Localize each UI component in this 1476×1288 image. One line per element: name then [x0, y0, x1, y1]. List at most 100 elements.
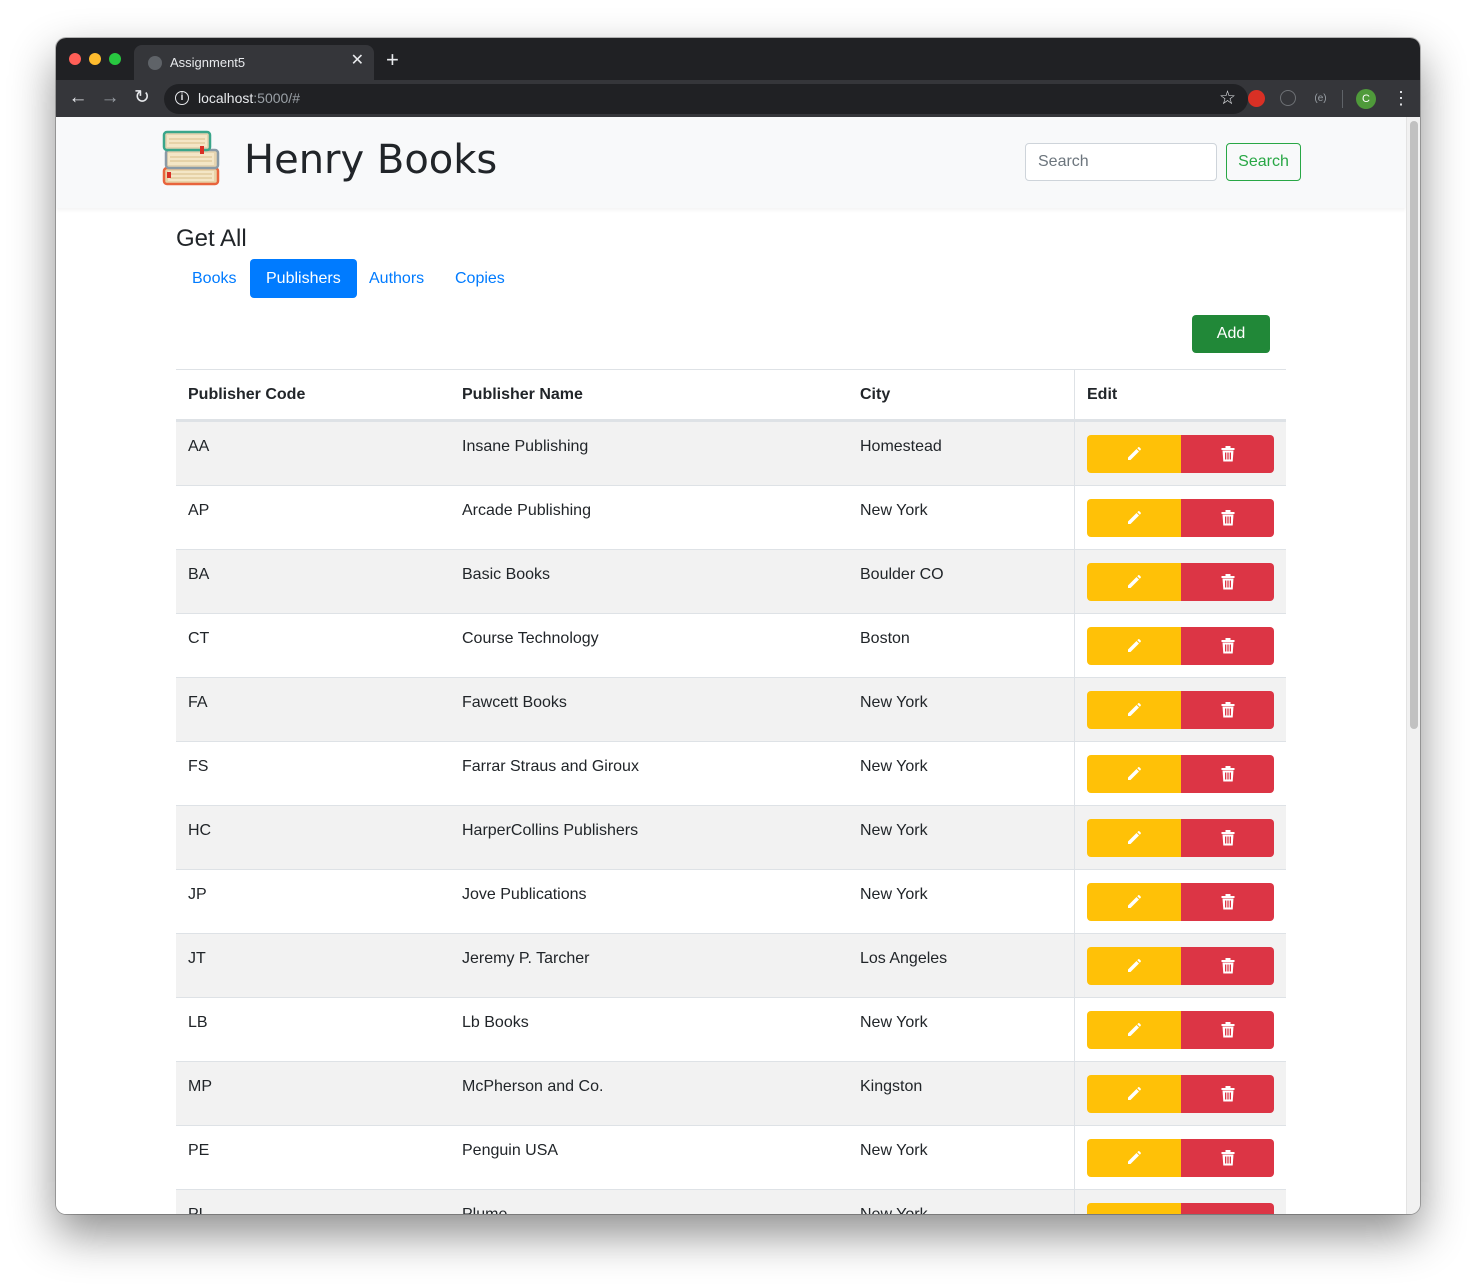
delete-button[interactable]	[1181, 947, 1274, 985]
tab-books[interactable]: Books	[176, 259, 252, 298]
trash-icon	[1221, 446, 1234, 462]
tab-copies[interactable]: Copies	[439, 259, 521, 298]
vertical-scrollbar[interactable]	[1406, 117, 1420, 1214]
column-divider	[1074, 486, 1075, 549]
publisher-name: Lb Books	[462, 1014, 529, 1031]
edit-button[interactable]	[1087, 883, 1181, 921]
toolbar-separator	[1342, 90, 1343, 108]
edit-button[interactable]	[1087, 755, 1181, 793]
delete-button[interactable]	[1181, 435, 1274, 473]
pencil-icon	[1128, 703, 1141, 716]
edit-button[interactable]	[1087, 819, 1181, 857]
publisher-code: BA	[188, 566, 210, 583]
trash-icon	[1221, 638, 1234, 654]
delete-button[interactable]	[1181, 819, 1274, 857]
edit-button[interactable]	[1087, 627, 1181, 665]
delete-button[interactable]	[1181, 1075, 1274, 1113]
table-row: CT Course Technology Boston	[176, 613, 1286, 677]
pencil-icon	[1128, 959, 1141, 972]
table-row: PE Penguin USA New York	[176, 1125, 1286, 1189]
delete-button[interactable]	[1181, 627, 1274, 665]
new-tab-icon[interactable]: +	[386, 49, 399, 71]
back-icon[interactable]: ←	[66, 86, 90, 110]
info-icon[interactable]: i	[175, 91, 189, 105]
delete-button[interactable]	[1181, 563, 1274, 601]
table-row: AA Insane Publishing Homestead	[176, 421, 1286, 485]
delete-button[interactable]	[1181, 1203, 1274, 1214]
reload-icon[interactable]: ↻	[130, 86, 154, 110]
extension-e-icon[interactable]: (e)	[1312, 90, 1329, 107]
extension-stop-icon[interactable]	[1248, 90, 1265, 107]
column-divider	[1074, 1190, 1075, 1214]
publisher-code: FA	[188, 694, 208, 711]
tab-title: Assignment5	[170, 55, 246, 70]
url-text: localhost:5000/#	[198, 90, 300, 106]
column-header-edit: Edit	[1087, 386, 1118, 403]
trash-icon	[1221, 574, 1234, 590]
edit-button[interactable]	[1087, 435, 1181, 473]
close-window-button[interactable]	[69, 53, 81, 65]
publisher-code: HC	[188, 822, 212, 839]
table-body: AA Insane Publishing Homestead AP Arcade…	[176, 421, 1286, 1214]
edit-button[interactable]	[1087, 691, 1181, 729]
delete-button[interactable]	[1181, 1139, 1274, 1177]
delete-button[interactable]	[1181, 755, 1274, 793]
column-divider	[1074, 934, 1075, 997]
publisher-code: JP	[188, 886, 207, 903]
publisher-city: Boulder CO	[860, 566, 944, 583]
column-divider	[1074, 1062, 1075, 1125]
search-input[interactable]	[1025, 143, 1217, 181]
edit-button[interactable]	[1087, 947, 1181, 985]
pencil-icon	[1128, 447, 1141, 460]
forward-icon[interactable]: →	[98, 86, 122, 110]
trash-icon	[1221, 510, 1234, 526]
edit-button[interactable]	[1087, 563, 1181, 601]
publisher-name: HarperCollins Publishers	[462, 822, 639, 839]
table-row: BA Basic Books Boulder CO	[176, 549, 1286, 613]
browser-menu-icon[interactable]: ⋮	[1392, 86, 1410, 110]
publisher-city: New York	[860, 694, 928, 711]
extension-info-icon[interactable]	[1280, 90, 1296, 106]
publisher-city: Los Angeles	[860, 950, 948, 967]
search-button[interactable]: Search	[1226, 143, 1301, 181]
globe-icon	[148, 56, 162, 70]
address-bar[interactable]: i localhost:5000/# ☆	[164, 84, 1248, 114]
publisher-city: New York	[860, 502, 928, 519]
pencil-icon	[1128, 1023, 1141, 1036]
maximize-window-button[interactable]	[109, 53, 121, 65]
minimize-window-button[interactable]	[89, 53, 101, 65]
delete-button[interactable]	[1181, 691, 1274, 729]
edit-button[interactable]	[1087, 499, 1181, 537]
edit-button[interactable]	[1087, 1203, 1181, 1214]
pencil-icon	[1128, 831, 1141, 844]
page-viewport: Henry Books Search Get All Books Publish…	[56, 117, 1406, 1214]
pencil-icon	[1128, 1151, 1141, 1164]
column-divider	[1074, 614, 1075, 677]
publisher-name: Insane Publishing	[462, 438, 589, 455]
delete-button[interactable]	[1181, 1011, 1274, 1049]
navbar: Henry Books Search	[56, 117, 1406, 208]
tab-publishers[interactable]: Publishers	[250, 259, 357, 298]
profile-avatar[interactable]: C	[1356, 89, 1376, 109]
browser-tab[interactable]: Assignment5 ✕	[134, 45, 374, 80]
book-stack-icon	[162, 130, 220, 186]
column-header-code: Publisher Code	[188, 386, 306, 403]
edit-button[interactable]	[1087, 1139, 1181, 1177]
tab-authors[interactable]: Authors	[353, 259, 440, 298]
brand-title[interactable]: Henry Books	[244, 137, 497, 183]
delete-button[interactable]	[1181, 499, 1274, 537]
scrollbar-thumb[interactable]	[1410, 121, 1418, 729]
publishers-table: Publisher Code Publisher Name City Edit …	[176, 369, 1286, 1214]
delete-button[interactable]	[1181, 883, 1274, 921]
bookmark-star-icon[interactable]: ☆	[1219, 87, 1236, 110]
column-divider	[1074, 370, 1075, 419]
edit-button[interactable]	[1087, 1075, 1181, 1113]
publisher-city: New York	[860, 1206, 928, 1214]
publisher-code: JT	[188, 950, 206, 967]
publisher-name: Arcade Publishing	[462, 502, 591, 519]
publisher-name: Fawcett Books	[462, 694, 567, 711]
edit-button[interactable]	[1087, 1011, 1181, 1049]
trash-icon	[1221, 958, 1234, 974]
close-tab-icon[interactable]: ✕	[351, 52, 364, 70]
add-button[interactable]: Add	[1192, 315, 1270, 353]
